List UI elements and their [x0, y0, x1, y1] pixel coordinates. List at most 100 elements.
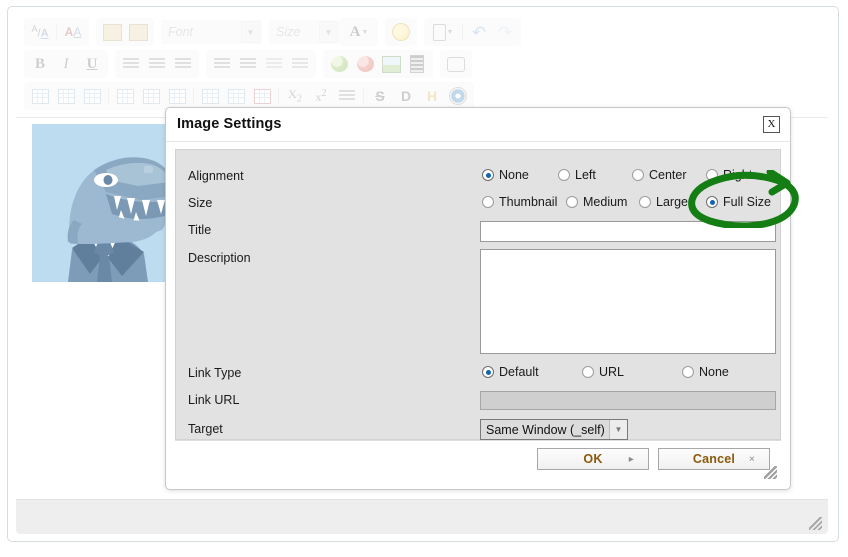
size-radio-group: Thumbnail Medium Large Full Size: [482, 195, 771, 209]
delete-table-icon[interactable]: [79, 84, 105, 108]
font-select[interactable]: Font ▼: [161, 20, 262, 44]
link-type-label: Link Type: [188, 366, 242, 380]
link-url-input[interactable]: [480, 391, 776, 410]
radio-link-type-default[interactable]: Default: [482, 365, 582, 379]
unordered-list-icon[interactable]: [235, 52, 261, 76]
radio-indicator: [639, 196, 651, 208]
align-center-icon[interactable]: [144, 52, 170, 76]
radio-label: Large: [656, 195, 688, 209]
align-right-icon[interactable]: [170, 52, 196, 76]
paste-word-icon[interactable]: [125, 20, 151, 44]
description-textarea[interactable]: [480, 249, 776, 354]
underline-icon[interactable]: U: [79, 52, 105, 76]
alignment-label: Alignment: [188, 169, 244, 183]
outdent-icon[interactable]: [261, 52, 287, 76]
dialog-title-bar[interactable]: Image Settings X: [166, 108, 790, 142]
cancel-button[interactable]: Cancel ×: [658, 448, 770, 470]
title-label: Title: [188, 223, 212, 237]
italic-icon[interactable]: I: [53, 52, 79, 76]
insert-image-icon[interactable]: [378, 52, 404, 76]
delete-row-icon[interactable]: [164, 84, 190, 108]
editor-resize-grip[interactable]: [809, 517, 822, 530]
media-circle-icon[interactable]: [445, 84, 471, 108]
insert-column-right-icon[interactable]: [223, 84, 249, 108]
radio-label: Right: [723, 168, 753, 182]
strikethrough-icon[interactable]: S: [367, 84, 393, 108]
chevron-down-icon: ▼: [319, 21, 338, 43]
remove-format-icon[interactable]: A/A: [27, 20, 53, 44]
indent-icon[interactable]: [287, 52, 313, 76]
radio-alignment-center[interactable]: Center: [632, 168, 706, 182]
text-color-icon[interactable]: A ▼: [343, 20, 375, 44]
insert-column-left-icon[interactable]: [197, 84, 223, 108]
trex-illustration-icon: [32, 124, 176, 282]
toolbar-divider: [462, 23, 463, 41]
editor-toolbar: A/A AA Font ▼ Size ▼ A ▼ ▼ ↶ ↷ B I U X2 …: [16, 15, 828, 113]
ok-button[interactable]: OK ▸: [537, 448, 649, 470]
radio-label: Thumbnail: [499, 195, 558, 209]
field-row-size: Size Thumbnail Medium Large Full Size: [176, 193, 780, 219]
field-row-link-type: Link Type Default URL None: [176, 363, 780, 389]
size-label: Size: [188, 196, 213, 210]
radio-size-large[interactable]: Large: [639, 195, 706, 209]
insert-row-below-icon[interactable]: [138, 84, 164, 108]
toolbar-divider: [363, 87, 364, 105]
link-url-label: Link URL: [188, 393, 240, 407]
definition-icon[interactable]: D: [393, 84, 419, 108]
radio-link-type-url[interactable]: URL: [582, 365, 682, 379]
insert-table-icon[interactable]: [27, 84, 53, 108]
insert-row-above-icon[interactable]: [112, 84, 138, 108]
radio-size-full-size[interactable]: Full Size: [706, 195, 771, 209]
insert-comment-icon[interactable]: [443, 52, 469, 76]
radio-size-medium[interactable]: Medium: [566, 195, 639, 209]
toolbar-divider: [108, 87, 109, 105]
radio-link-type-none[interactable]: None: [682, 365, 729, 379]
toolbar-group-alignment: [115, 50, 199, 78]
undo-icon[interactable]: ↶: [466, 20, 492, 44]
unlink-icon[interactable]: [352, 52, 378, 76]
bold-icon[interactable]: B: [27, 52, 53, 76]
radio-label: Center: [649, 168, 687, 182]
close-icon[interactable]: X: [763, 116, 780, 133]
ordered-list-icon[interactable]: [209, 52, 235, 76]
superscript-icon[interactable]: x2: [308, 84, 334, 108]
emoticon-icon[interactable]: [388, 20, 414, 44]
radio-indicator: [582, 366, 594, 378]
editor-status-bar: [16, 499, 828, 534]
subscript-icon[interactable]: X2: [282, 84, 308, 108]
toolbar-group-paste: [96, 18, 154, 46]
size-select[interactable]: Size ▼: [269, 20, 340, 44]
radio-label: Left: [575, 168, 596, 182]
radio-alignment-none[interactable]: None: [482, 168, 558, 182]
dialog-resize-grip[interactable]: [764, 466, 777, 479]
radio-label: None: [499, 168, 529, 182]
font-select-label: Font: [168, 25, 194, 39]
title-input[interactable]: [480, 221, 776, 242]
chevron-down-icon: ▼: [609, 420, 627, 439]
radio-label: Default: [499, 365, 539, 379]
radio-alignment-right[interactable]: Right: [706, 168, 752, 182]
radio-indicator: [566, 196, 578, 208]
paste-icon[interactable]: [99, 20, 125, 44]
insert-media-icon[interactable]: [404, 52, 430, 76]
radio-alignment-left[interactable]: Left: [558, 168, 632, 182]
strip-format-icon[interactable]: AA: [60, 20, 86, 44]
align-left-icon[interactable]: [118, 52, 144, 76]
insert-link-icon[interactable]: [326, 52, 352, 76]
attachment-icon[interactable]: ▼: [427, 20, 459, 44]
target-select[interactable]: Same Window (_self) ▼: [480, 419, 628, 440]
highlight-icon[interactable]: H: [419, 84, 445, 108]
radio-indicator: [558, 169, 570, 181]
radio-indicator: [706, 169, 718, 181]
radio-label: None: [699, 365, 729, 379]
horizontal-rule-icon[interactable]: [334, 84, 360, 108]
toolbar-group-comment: [440, 50, 472, 78]
redo-icon[interactable]: ↷: [492, 20, 518, 44]
toolbar-row-1: A/A AA Font ▼ Size ▼ A ▼ ▼ ↶ ↷: [16, 17, 828, 47]
field-row-alignment: Alignment None Left Center Right: [176, 166, 780, 192]
radio-size-thumbnail[interactable]: Thumbnail: [482, 195, 566, 209]
inserted-image[interactable]: [32, 124, 176, 282]
table-properties-icon[interactable]: [53, 84, 79, 108]
delete-column-icon[interactable]: [249, 84, 275, 108]
toolbar-group-format-clear: A/A AA: [24, 18, 89, 46]
